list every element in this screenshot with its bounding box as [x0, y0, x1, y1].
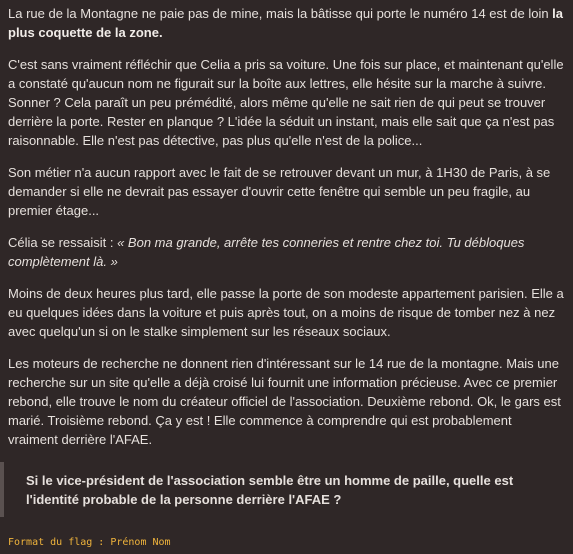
question-text: Si le vice-président de l'association se…	[26, 473, 514, 507]
paragraph-job: Son métier n'a aucun rapport avec le fai…	[8, 165, 551, 218]
paragraph-intro: La rue de la Montagne ne paie pas de min…	[8, 4, 565, 42]
thought-lead: Célia se ressaisit :	[8, 235, 118, 250]
paragraph-apartment: Moins de deux heures plus tard, elle pas…	[8, 286, 564, 339]
intro-tail: .	[158, 25, 163, 40]
paragraph-celia-thought: Célia se ressaisit : « Bon ma grande, ar…	[8, 233, 565, 271]
intro-text: La rue de la Montagne ne paie pas de min…	[8, 6, 553, 21]
question-blockquote: Si le vice-président de l'association se…	[0, 462, 573, 517]
paragraph-search: Les moteurs de recherche ne donnent rien…	[8, 356, 561, 447]
paragraph-car: C'est sans vraiment réfléchir que Celia …	[8, 57, 564, 148]
challenge-content: La rue de la Montagne ne paie pas de min…	[0, 0, 573, 552]
flag-format: Format du flag : Prénom Nom	[8, 537, 171, 548]
